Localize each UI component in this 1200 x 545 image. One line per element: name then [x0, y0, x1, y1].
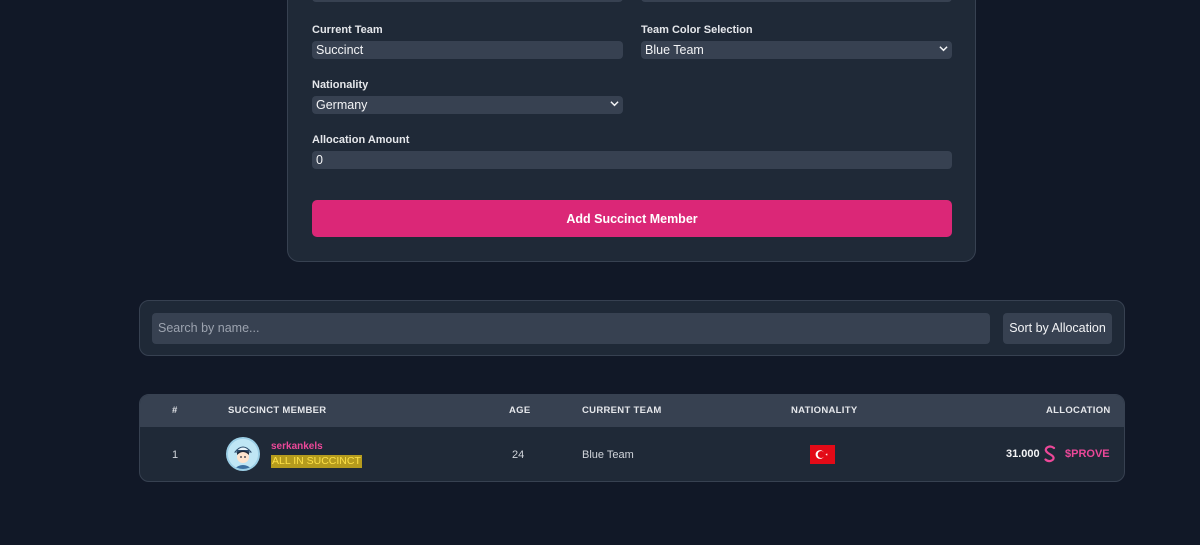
table-header: # SUCCINCT MEMBER AGE CURRENT TEAM NATIO… — [140, 395, 1124, 427]
succinct-logo-icon — [1044, 445, 1056, 463]
row-token: $PROVE — [1065, 448, 1110, 460]
header-allocation: ALLOCATION — [1046, 405, 1111, 416]
allocation-label: Allocation Amount — [312, 134, 410, 146]
member-name-link[interactable]: serkankels — [271, 441, 323, 452]
turkey-flag-icon — [810, 445, 835, 464]
nationality-label: Nationality — [312, 79, 369, 91]
team-color-label: Team Color Selection — [641, 24, 753, 36]
header-member: SUCCINCT MEMBER — [228, 405, 327, 416]
row-allocation: 31.000 — [1006, 448, 1040, 460]
clipped-input-left[interactable] — [312, 0, 623, 2]
nationality-select[interactable]: Germany — [312, 96, 623, 114]
search-input[interactable]: Search by name... — [152, 313, 990, 344]
member-tag-text: ALL IN SUCCINCT — [272, 455, 361, 467]
team-color-value: Blue Team — [645, 43, 704, 57]
add-member-button[interactable]: Add Succinct Member — [312, 200, 952, 237]
sort-by-allocation-button[interactable]: Sort by Allocation — [1003, 313, 1112, 344]
member-tag: ALL IN SUCCINCT — [271, 455, 362, 468]
avatar-image — [228, 439, 258, 469]
row-age: 24 — [512, 449, 525, 461]
row-rank: 1 — [172, 449, 179, 461]
row-team: Blue Team — [582, 449, 634, 461]
nationality-value: Germany — [316, 98, 368, 112]
allocation-input[interactable]: 0 — [312, 151, 952, 169]
avatar — [228, 439, 258, 469]
team-color-select[interactable]: Blue Team — [641, 41, 952, 59]
header-age: AGE — [509, 405, 531, 416]
current-team-label: Current Team — [312, 24, 383, 36]
header-nationality: NATIONALITY — [791, 405, 858, 416]
chevron-down-icon — [939, 46, 948, 52]
header-team: CURRENT TEAM — [582, 405, 662, 416]
header-rank: # — [172, 405, 178, 416]
current-team-input[interactable]: Succinct — [312, 41, 623, 59]
members-table: # SUCCINCT MEMBER AGE CURRENT TEAM NATIO… — [139, 394, 1125, 482]
clipped-input-right[interactable] — [641, 0, 952, 2]
chevron-down-icon — [610, 101, 619, 107]
